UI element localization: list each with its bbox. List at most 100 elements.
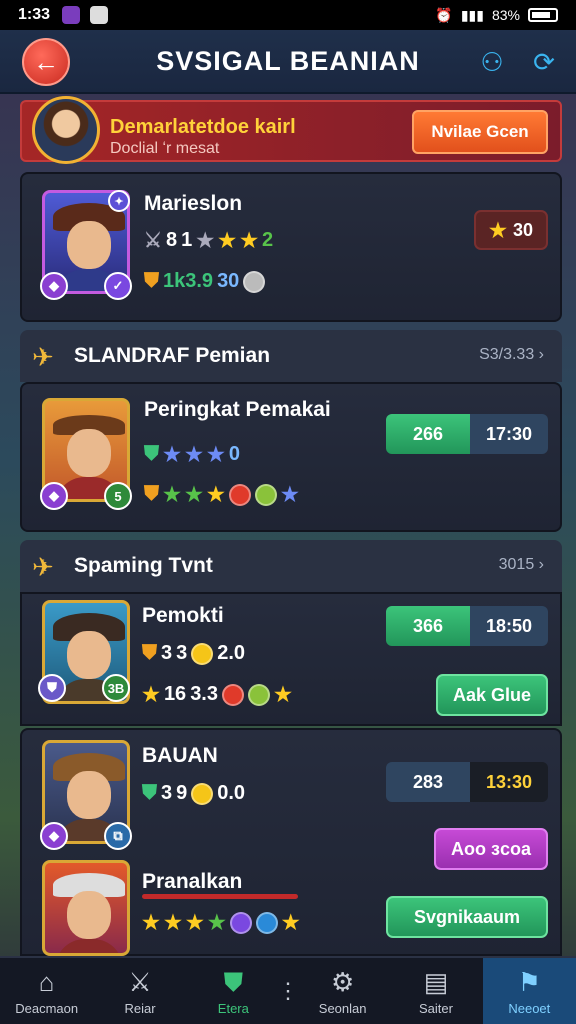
rank-card[interactable]: ◆ 5 Peringkat Pemakai ⛊ ★ ★ ★ 0 ⛊ ★ ★ ★ … (20, 382, 562, 532)
coin-icon (191, 642, 214, 665)
tab-quests[interactable]: ▤ Saiter (389, 958, 482, 1024)
tab-guild[interactable]: ⛊ Etera (187, 958, 280, 1024)
more-dots-icon[interactable]: ⋮ (277, 958, 299, 1024)
player-action-button[interactable]: Svgnikaaum (386, 896, 548, 938)
star-icon: ★ (489, 219, 507, 242)
banner-button[interactable]: Nvilae Gcen (412, 110, 548, 154)
player-score-pill[interactable]: 283 13:30 (386, 762, 548, 802)
hero-score-badge[interactable]: ★ 30 (474, 210, 548, 250)
chevron-right-icon: › (538, 346, 544, 363)
star-icon: ★ (163, 912, 182, 934)
wing-icon: ✈ (32, 342, 54, 372)
class-badge: ◆ (40, 482, 68, 510)
tab-label: Etera (217, 1000, 249, 1016)
tab-home[interactable]: ⌂ Deacmaon (0, 958, 93, 1024)
tab-settings[interactable]: ⚙ Seonlan (296, 958, 389, 1024)
player-portrait (42, 860, 130, 956)
shield-icon: ⛊ (223, 966, 244, 997)
rank-score-pill[interactable]: 266 17:30 (386, 414, 548, 454)
section-title: SLANDRAF Pemian (74, 344, 271, 367)
hero-name: Marieslon (144, 192, 243, 215)
emerald-icon (254, 483, 277, 506)
section-header-ranking[interactable]: ✈ SLANDRAF Pemian S3/3.33 › (20, 330, 562, 382)
home-icon: ⌂ (38, 966, 55, 997)
score-value: 30 (512, 219, 533, 240)
level-badge: ⧉ (104, 822, 132, 850)
flag-icon: ⚑ (517, 966, 541, 997)
ruby-icon (228, 483, 251, 506)
notification-icon (90, 6, 109, 24)
refresh-icon: ⟳ (533, 46, 555, 77)
bottom-tab-bar: ⌂ Deacmaon ⚔ Reiar ⛊ Etera ⋮ ⚙ Seonlan ▤ Sait… (0, 956, 576, 1024)
class-badge: ◆ (40, 272, 68, 300)
tab-label: Neeoet (508, 1000, 551, 1016)
shield-icon: ⛊ (142, 782, 157, 804)
back-button[interactable]: ← (22, 38, 70, 86)
avatar (32, 96, 100, 164)
stat-value: 3 (161, 642, 173, 664)
level-badge: 5 (104, 482, 132, 510)
alarm-icon: ⏰ (435, 6, 453, 23)
corner-badge: ✦ (108, 190, 130, 212)
tab-label: Seonlan (318, 1000, 367, 1016)
player-card[interactable]: ◆ ⧉ BAUAN ⛊ 3 9 0.0 283 13:30 Aoo ɜcoa P… (20, 728, 562, 956)
stat-value: 2.0 (217, 642, 246, 664)
score-value: 283 (386, 762, 470, 802)
signal-icon: ▮▮▮ (460, 6, 484, 23)
status-time: 1:33 (18, 6, 51, 23)
tab-news[interactable]: ⚑ Neeoet (482, 958, 576, 1024)
tab-label: Reiar (124, 1000, 156, 1016)
shield-icon: ⛊ (144, 443, 159, 465)
player-action-button[interactable]: Aak Glue (436, 674, 548, 716)
hero-stats-line-1: ⚔ 8 1 ★ ★ ★ 2 (144, 228, 273, 253)
score-value: 366 (386, 606, 470, 646)
player-action-button[interactable]: Aoo ɜcoa (434, 828, 548, 870)
star-icon: ★ (274, 684, 292, 706)
player-name: BAUAN (142, 744, 218, 767)
tab-label: Saiter (418, 1000, 453, 1016)
profile-button[interactable]: ⚇ (474, 44, 510, 80)
score-value: 266 (386, 414, 470, 454)
player-stats-line-1: ★ ★ ★ ★ ★ (142, 910, 300, 935)
battery-icon (528, 8, 558, 22)
section-header-upcoming[interactable]: ✈ Spaming Tvnt 3015 › (20, 540, 562, 592)
app-header: ← SVSIGAL BEANIAN ⚇ ⟳ (0, 30, 576, 94)
sword-icon: ⚔ (128, 966, 152, 997)
level-value: 3B (107, 680, 125, 696)
star-icon: ★ (218, 230, 237, 252)
player-name: Pranalkan (142, 870, 243, 893)
section-more-link[interactable]: S3/3.33 › (479, 346, 544, 364)
rank-shield-badge: ⛊ (38, 674, 66, 702)
stat-value: 0.0 (217, 782, 246, 804)
player-card[interactable]: ⛊ 3B Pemokti ⛊ 3 3 2.0 ★ 16 3.3 ★ 366 18… (20, 592, 562, 726)
refresh-button[interactable]: ⟳ (526, 44, 562, 80)
coin-icon (243, 270, 266, 293)
hero-stats-line-2: ⛊ 1k3.9 30 (144, 270, 266, 293)
time-value: 18:50 (470, 606, 548, 646)
tab-battle[interactable]: ⚔ Reiar (93, 958, 186, 1024)
shield-icon: ⛊ (144, 483, 159, 505)
stat-value: 3 (161, 782, 173, 804)
star-icon: ★ (185, 912, 204, 934)
wing-icon: ✈ (32, 552, 54, 582)
player-score-pill[interactable]: 366 18:50 (386, 606, 548, 646)
time-value: 13:30 (470, 762, 548, 802)
stat-value: 0 (228, 443, 240, 465)
battery-text: 83% (491, 7, 520, 23)
time-value: 17:30 (470, 414, 548, 454)
stat-value: 3.3 (190, 683, 218, 705)
stat-value: 1k3.9 (163, 270, 214, 292)
stat-value: 3 (176, 642, 188, 664)
more-text: 3015 (498, 556, 535, 573)
sapphire-icon (255, 911, 278, 934)
star-icon: ★ (206, 444, 225, 466)
ruby-icon (222, 683, 244, 706)
class-badge: ◆ (40, 822, 68, 850)
star-icon: ★ (142, 912, 160, 934)
tab-label: Deacmaon (15, 1000, 79, 1016)
coin-icon (191, 782, 214, 805)
rank-stats-line-1: ⛊ ★ ★ ★ 0 (144, 442, 240, 467)
hero-card[interactable]: ◆ ✓ ✦ Marieslon ⚔ 8 1 ★ ★ ★ 2 ⛊ 1k3.9 30… (20, 172, 562, 322)
section-more-link[interactable]: 3015 › (499, 556, 544, 574)
scroll-icon: ▤ (423, 966, 449, 997)
